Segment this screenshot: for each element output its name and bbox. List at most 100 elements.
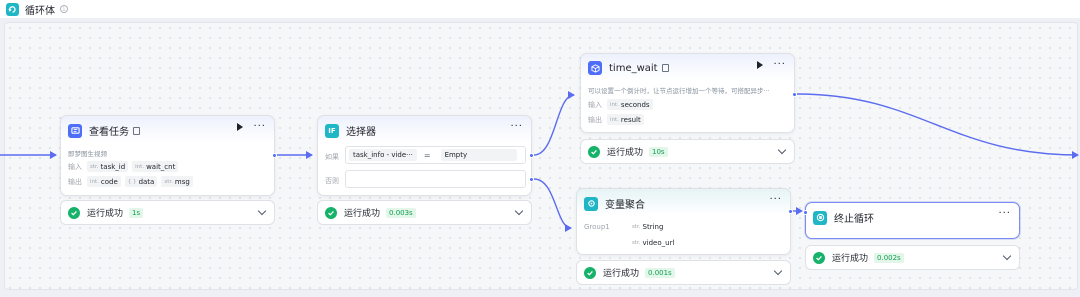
group-row: str. video_url bbox=[629, 237, 681, 248]
input-handle[interactable] bbox=[803, 210, 808, 215]
info-icon[interactable]: i bbox=[60, 5, 68, 13]
param-tag: int. code bbox=[87, 176, 121, 187]
else-output-handle[interactable] bbox=[529, 177, 534, 182]
param-tag: int. wait_cnt bbox=[132, 161, 179, 172]
condition-else-label-row: 否则 bbox=[325, 176, 344, 186]
node-actions: ··· bbox=[237, 122, 266, 132]
node-header: time_wait bbox=[588, 61, 669, 75]
play-icon[interactable] bbox=[237, 123, 244, 131]
run-time-badge: 0.002s bbox=[874, 252, 904, 263]
node-outputs: 输出 int. code { } data str. msg bbox=[68, 176, 197, 187]
output-handle[interactable] bbox=[272, 153, 277, 158]
condition-operator[interactable]: = bbox=[424, 151, 431, 160]
node-outputs: 输出 int. result bbox=[588, 114, 648, 125]
param-tag: { } data bbox=[124, 176, 158, 187]
loop-icon bbox=[6, 2, 19, 16]
else-label: 否则 bbox=[325, 177, 339, 185]
node-title: 变量聚合 bbox=[605, 200, 645, 211]
more-icon[interactable]: ··· bbox=[253, 122, 266, 132]
group-label: Group1 bbox=[584, 222, 610, 231]
param-tag: int. result bbox=[607, 114, 644, 125]
chevron-down-icon[interactable] bbox=[257, 206, 267, 216]
param-tag: str. video_url bbox=[632, 238, 675, 247]
run-status-selector[interactable]: 运行成功 0.003s bbox=[317, 200, 532, 225]
output-label: 输出 bbox=[588, 115, 602, 124]
check-circle-icon bbox=[68, 206, 80, 219]
run-time-badge: 0.003s bbox=[386, 207, 416, 218]
status-text: 运行成功 bbox=[87, 209, 124, 219]
node-header: IF 选择器 bbox=[325, 123, 376, 138]
node-view-task[interactable]: 查看任务 ··· 即梦图生视频 输入 str. task_id int. wait_… bbox=[60, 115, 277, 196]
chevron-down-icon[interactable] bbox=[1002, 251, 1012, 261]
status-text: 运行成功 bbox=[832, 254, 869, 264]
chevron-down-icon[interactable] bbox=[777, 145, 787, 155]
output-handle[interactable] bbox=[792, 92, 797, 97]
node-inputs: 输入 str. task_id int. wait_cnt bbox=[68, 161, 182, 172]
run-status-view-task[interactable]: 运行成功 1s bbox=[60, 200, 275, 225]
check-circle-icon bbox=[588, 145, 600, 158]
node-title: 选择器 bbox=[346, 127, 376, 138]
node-title: time_wait bbox=[609, 62, 658, 74]
node-actions: ··· bbox=[769, 195, 782, 205]
node-actions: ··· bbox=[757, 60, 786, 70]
node-actions: ··· bbox=[998, 209, 1011, 219]
node-inputs: 输入 int. seconds bbox=[588, 99, 657, 110]
param-tag: str. msg bbox=[161, 176, 193, 187]
run-status-stop-loop[interactable]: 运行成功 0.002s bbox=[805, 245, 1020, 270]
check-circle-icon bbox=[325, 206, 337, 219]
condition-if-field[interactable]: task_info - vide··· = Empty bbox=[345, 146, 526, 164]
input-label: 输入 bbox=[68, 162, 82, 171]
param-tag: str. String bbox=[632, 222, 664, 231]
merge-icon bbox=[584, 196, 598, 211]
condition-variable[interactable]: task_info - vide··· bbox=[349, 149, 417, 161]
loop-body-header: 循环体 i bbox=[0, 0, 1080, 18]
node-time-wait[interactable]: time_wait ··· 可以设置一个倒计时，让节点运行增加一个等待，可搭配异… bbox=[580, 53, 797, 133]
more-icon[interactable]: ··· bbox=[773, 60, 786, 70]
status-text: 运行成功 bbox=[603, 269, 640, 279]
output-label: 输出 bbox=[68, 177, 82, 186]
node-header: 终止循环 bbox=[813, 210, 874, 225]
input-label: 输入 bbox=[588, 100, 602, 109]
condition-value[interactable]: Empty bbox=[440, 149, 517, 161]
run-time-badge: 1s bbox=[129, 207, 144, 218]
node-header: 查看任务 bbox=[68, 123, 140, 138]
chevron-down-icon[interactable] bbox=[773, 266, 783, 276]
loop-body-title: 循环体 bbox=[25, 5, 55, 17]
if-label: 如果 bbox=[325, 153, 339, 161]
play-icon[interactable] bbox=[757, 61, 764, 69]
plugin-cube-icon bbox=[588, 61, 602, 75]
check-circle-icon bbox=[584, 266, 596, 279]
more-icon[interactable]: ··· bbox=[769, 195, 782, 205]
output-handle[interactable] bbox=[788, 209, 793, 214]
stop-icon bbox=[813, 210, 827, 225]
node-title: 终止循环 bbox=[834, 214, 874, 225]
run-time-badge: 10s bbox=[649, 146, 668, 157]
param-tag: str. task_id bbox=[87, 161, 129, 172]
run-time-badge: 0.001s bbox=[645, 267, 675, 278]
status-text: 运行成功 bbox=[344, 209, 381, 219]
check-circle-icon bbox=[813, 251, 825, 264]
status-text: 运行成功 bbox=[607, 148, 644, 158]
more-icon[interactable]: ··· bbox=[510, 122, 523, 132]
node-selector[interactable]: IF 选择器 ··· 如果 task_info - vide··· = Empt… bbox=[317, 115, 534, 196]
run-status-time-wait[interactable]: 运行成功 10s bbox=[580, 139, 795, 164]
plugin-icon bbox=[68, 123, 82, 138]
node-description: 可以设置一个倒计时，让节点运行增加一个等待，可搭配异步··· bbox=[588, 87, 770, 95]
doc-icon bbox=[661, 64, 669, 72]
node-title: 查看任务 bbox=[89, 127, 129, 138]
node-header: 变量聚合 bbox=[584, 196, 645, 211]
condition-if-label-row: 如果 bbox=[325, 152, 344, 162]
node-stop-loop[interactable]: 终止循环 ··· bbox=[803, 202, 1020, 239]
more-icon[interactable]: ··· bbox=[998, 209, 1011, 219]
node-description: 即梦图生视频 bbox=[68, 150, 107, 158]
node-variable-merge[interactable]: 变量聚合 ··· Group1 str. String str. video_url bbox=[576, 188, 793, 255]
param-tag: int. seconds bbox=[607, 99, 653, 110]
node-actions: ··· bbox=[510, 122, 523, 132]
doc-icon bbox=[133, 126, 140, 135]
chevron-down-icon[interactable] bbox=[514, 206, 524, 216]
condition-else-field[interactable] bbox=[345, 170, 526, 188]
if-output-handle[interactable] bbox=[529, 153, 534, 158]
group-row: Group1 str. String bbox=[584, 221, 670, 232]
if-icon: IF bbox=[325, 123, 339, 138]
run-status-variable-merge[interactable]: 运行成功 0.001s bbox=[576, 260, 791, 285]
